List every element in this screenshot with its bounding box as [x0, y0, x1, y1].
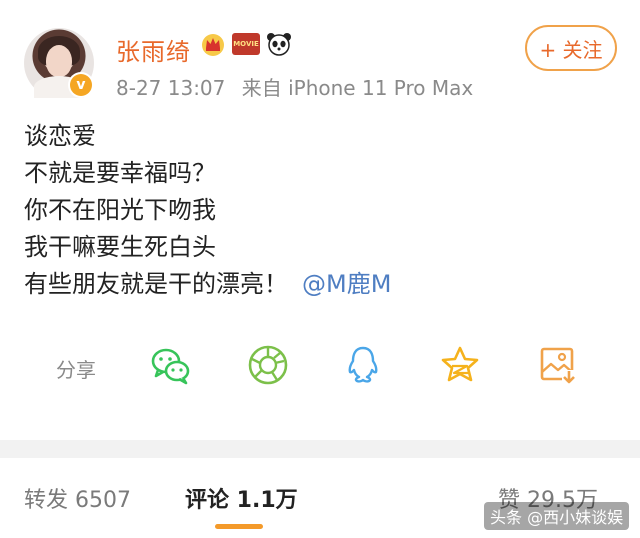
- weibo-post: v 张雨绮 MOVIE 8-27 13:07 来自 iPhone 11 Pro …: [0, 0, 640, 440]
- qq-icon[interactable]: [342, 344, 384, 386]
- post-meta: 8-27 13:07 来自 iPhone 11 Pro Max: [116, 72, 483, 101]
- share-label: 分享: [56, 358, 96, 382]
- panda-badge-icon[interactable]: [266, 32, 292, 56]
- section-divider: [0, 440, 640, 458]
- post-source: 来自 iPhone 11 Pro Max: [241, 76, 474, 100]
- avatar-face: [46, 45, 72, 77]
- save-image-icon[interactable]: [537, 344, 579, 386]
- qzone-icon[interactable]: [439, 344, 481, 386]
- content-line-last: 有些朋友就是干的漂亮！ @M鹿M: [24, 266, 391, 303]
- author-name[interactable]: 张雨绮: [116, 32, 191, 67]
- wechat-icon[interactable]: [150, 344, 192, 386]
- tab-comment[interactable]: 评论 1.1万: [185, 482, 298, 514]
- content-line: 我干嘛要生死白头: [24, 233, 216, 261]
- post-time: 8-27 13:07: [116, 76, 226, 100]
- mention-link[interactable]: @M鹿M: [302, 270, 391, 298]
- author-badges: MOVIE: [200, 32, 292, 56]
- movie-badge-icon[interactable]: MOVIE: [232, 33, 260, 55]
- content-line-text: 有些朋友就是干的漂亮！: [24, 270, 288, 298]
- share-row: 分享: [0, 340, 640, 390]
- post-content: 谈恋爱 不就是要幸福吗？ 你不在阳光下吻我 我干嘛要生死白头 有些朋友就是干的漂…: [24, 118, 391, 303]
- tab-repost[interactable]: 转发 6507: [24, 482, 131, 514]
- verified-badge-icon: v: [68, 72, 94, 98]
- moments-icon[interactable]: [247, 344, 289, 386]
- active-tab-indicator: [215, 524, 263, 529]
- watermark: 头条 @西小妹谈娱: [484, 502, 630, 530]
- crown-badge-icon[interactable]: [200, 32, 226, 56]
- follow-button[interactable]: + 关注: [525, 25, 617, 71]
- content-line: 你不在阳光下吻我: [24, 196, 216, 224]
- content-line: 不就是要幸福吗？: [24, 159, 216, 187]
- content-line: 谈恋爱: [24, 122, 96, 150]
